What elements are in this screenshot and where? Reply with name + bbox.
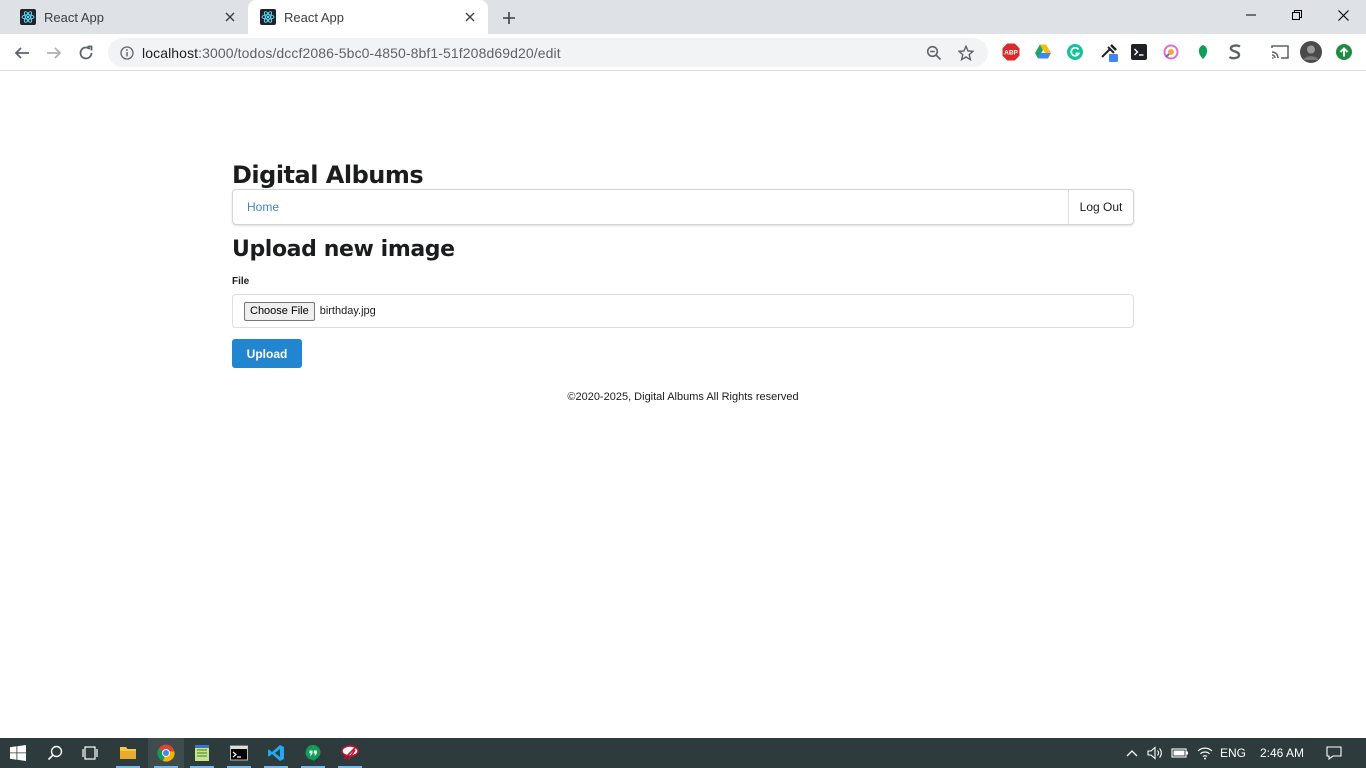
snipping-tool-button[interactable] <box>332 738 368 768</box>
google-drive-icon[interactable] <box>1033 42 1053 62</box>
forward-button[interactable] <box>40 39 68 67</box>
close-window-button[interactable] <box>1320 0 1366 30</box>
back-button[interactable] <box>8 39 36 67</box>
minimize-icon <box>1246 14 1256 16</box>
color-picker-icon[interactable] <box>1161 42 1181 62</box>
command-prompt-button[interactable] <box>221 738 257 768</box>
upload-button[interactable]: Upload <box>232 339 302 368</box>
chrome-taskbar-button[interactable] <box>148 738 184 768</box>
svg-text:ABP: ABP <box>1004 50 1018 57</box>
show-hidden-icons-button[interactable] <box>1122 738 1142 768</box>
windows-icon <box>10 745 26 761</box>
react-icon <box>20 9 36 25</box>
address-url: localhost:3000/todos/dccf2086-5bc0-4850-… <box>142 45 924 61</box>
minimize-button[interactable] <box>1228 0 1274 30</box>
info-icon[interactable] <box>120 45 134 60</box>
battery-button[interactable] <box>1168 738 1192 768</box>
browser-tab-2[interactable]: React App <box>248 0 488 34</box>
wifi-button[interactable] <box>1194 738 1216 768</box>
chevron-up-icon <box>1126 750 1138 757</box>
close-tab-icon[interactable] <box>462 9 478 25</box>
battery-icon <box>1171 748 1188 758</box>
folder-icon <box>120 747 136 759</box>
grammarly-icon[interactable] <box>1065 42 1085 62</box>
logout-button[interactable]: Log Out <box>1068 190 1133 224</box>
notepad-button[interactable] <box>184 738 220 768</box>
browser-tab-1[interactable]: React App <box>8 0 248 34</box>
page-heading: Upload new image <box>232 237 455 262</box>
search-button[interactable] <box>37 738 73 768</box>
close-tab-icon[interactable] <box>222 9 238 25</box>
leaf-icon[interactable] <box>1193 42 1213 62</box>
language-indicator[interactable]: ENG <box>1218 738 1248 768</box>
notification-icon <box>1326 746 1342 760</box>
chrome-icon <box>157 744 175 762</box>
cast-icon[interactable] <box>1270 42 1290 62</box>
notifications-button[interactable] <box>1322 738 1346 768</box>
clock[interactable]: 2:46 AM <box>1252 738 1312 768</box>
profile-avatar[interactable] <box>1300 41 1322 63</box>
address-path: :3000/todos/dccf2086-5bc0-4850-8bf1-51f2… <box>198 44 561 61</box>
notepad-icon <box>195 745 209 761</box>
cmd-icon <box>230 745 248 761</box>
eyedropper-icon[interactable] <box>1099 42 1119 62</box>
reload-icon <box>79 45 93 60</box>
react-icon <box>260 9 276 25</box>
hangouts-icon <box>305 745 321 761</box>
restore-button[interactable] <box>1274 0 1320 30</box>
speaker-icon <box>1147 746 1162 760</box>
restore-icon <box>1292 10 1302 20</box>
volume-button[interactable] <box>1144 738 1166 768</box>
selected-file-name: birthday.jpg <box>319 305 376 317</box>
address-host: localhost <box>142 44 199 61</box>
browser-toolbar: localhost:3000/todos/dccf2086-5bc0-4850-… <box>0 34 1366 71</box>
tab-title: React App <box>284 9 344 25</box>
file-label: File <box>232 276 250 287</box>
vscode-button[interactable] <box>258 738 294 768</box>
start-button[interactable] <box>0 738 36 768</box>
choose-file-button[interactable]: Choose File <box>244 301 315 321</box>
hangouts-button[interactable] <box>295 738 331 768</box>
adblock-plus-icon[interactable]: ABP <box>1001 42 1021 62</box>
wifi-icon <box>1197 747 1213 760</box>
zoom-icon[interactable] <box>924 43 944 63</box>
plus-icon <box>503 12 515 24</box>
footer-copyright: ©2020-2025, Digital Albums All Rights re… <box>567 391 799 403</box>
task-view-button[interactable] <box>72 738 108 768</box>
app-title: Digital Albums <box>232 161 424 189</box>
file-input[interactable]: Choose File birthday.jpg <box>232 294 1134 328</box>
terminal-icon[interactable] <box>1129 42 1149 62</box>
search-icon <box>47 745 63 761</box>
snipping-tool-icon <box>341 745 359 761</box>
file-explorer-button[interactable] <box>110 738 146 768</box>
task-view-icon <box>82 746 98 760</box>
arrow-left-icon <box>14 47 29 59</box>
tab-title: React App <box>44 9 104 25</box>
vscode-icon <box>268 745 284 761</box>
windows-taskbar: ENG 2:46 AM <box>0 738 1366 768</box>
reload-button[interactable] <box>72 39 100 67</box>
home-link[interactable]: Home <box>247 200 279 214</box>
update-icon[interactable] <box>1334 42 1354 62</box>
browser-tab-strip: React App React App <box>0 0 1366 34</box>
arrow-right-icon <box>47 47 62 59</box>
top-menu: Home Log Out <box>232 189 1134 225</box>
address-bar[interactable]: localhost:3000/todos/dccf2086-5bc0-4850-… <box>108 38 988 67</box>
stylus-icon[interactable] <box>1225 42 1245 62</box>
close-icon <box>1337 9 1349 21</box>
bookmark-star-icon[interactable] <box>956 43 976 63</box>
new-tab-button[interactable] <box>498 7 520 29</box>
